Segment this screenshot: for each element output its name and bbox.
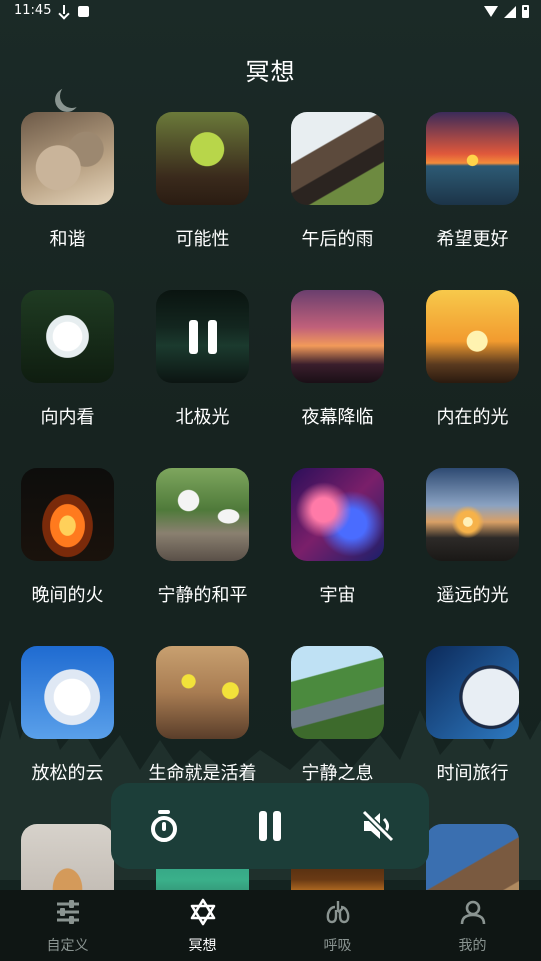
zen-stones-image[interactable] [21, 112, 114, 205]
clouds-image[interactable] [21, 646, 114, 739]
nav-item-meditation[interactable]: 冥想 [135, 890, 270, 961]
meditation-tile-label: 和谐 [49, 229, 86, 250]
meditation-tile[interactable]: 宁静之息 [270, 646, 405, 806]
nav-item-custom[interactable]: 自定义 [0, 890, 135, 961]
meditation-tile-label: 时间旅行 [436, 763, 509, 784]
meditation-tile-label: 午后的雨 [301, 229, 374, 250]
meditation-tile[interactable]: 宇宙 [270, 468, 405, 628]
nav-item-breathing[interactable]: 呼吸 [270, 890, 405, 961]
meditation-tile-label: 可能性 [175, 229, 230, 250]
meditation-tile-label: 北极光 [175, 407, 230, 428]
lotus-image[interactable] [21, 290, 114, 383]
meditation-tile-label: 放松的云 [31, 763, 104, 784]
meditation-tile[interactable]: 内在的光 [405, 290, 540, 450]
meditation-tile[interactable]: 向内看 [0, 290, 135, 450]
meditation-tile[interactable]: 午后的雨 [270, 112, 405, 272]
signal-icon [504, 5, 516, 18]
rainy-roof-image[interactable] [291, 112, 384, 205]
bottom-nav: 自定义 冥想 呼吸 我的 [0, 890, 541, 961]
status-time: 11:45 [14, 3, 52, 18]
player-bar [111, 783, 429, 869]
page-title: 冥想 [245, 58, 296, 86]
nav-label: 冥想 [188, 938, 217, 954]
battery-icon [522, 5, 529, 18]
meditation-tile[interactable]: 北极光 [135, 290, 270, 450]
sprout-image[interactable] [156, 112, 249, 205]
meditation-tile-label: 夜幕降临 [301, 407, 374, 428]
nebula-image[interactable] [291, 468, 384, 561]
user-icon [459, 898, 487, 926]
meditation-tile[interactable]: 晚间的火 [0, 468, 135, 628]
horizon-sun-image[interactable] [426, 468, 519, 561]
nav-label: 我的 [458, 938, 487, 954]
sliders-icon [54, 898, 82, 926]
pause-icon[interactable] [188, 319, 218, 354]
meditation-tile-label: 宇宙 [319, 585, 356, 606]
meditation-tile-label: 宁静之息 [301, 763, 374, 784]
meditation-tile-label: 内在的光 [436, 407, 509, 428]
meditation-tile-label: 宁静的和平 [157, 585, 248, 606]
star-of-david-icon [189, 898, 217, 926]
doves-image[interactable] [156, 468, 249, 561]
meditation-tile[interactable]: 和谐 [0, 112, 135, 272]
download-icon [58, 5, 70, 19]
meditation-tile-label: 向内看 [40, 407, 95, 428]
nav-item-profile[interactable]: 我的 [405, 890, 540, 961]
meditation-tile-label: 遥远的光 [436, 585, 509, 606]
clock-image[interactable] [426, 646, 519, 739]
status-bar: 11:45 [0, 0, 541, 26]
meditation-tile[interactable]: 生命就是活着 [135, 646, 270, 806]
wifi-icon [484, 6, 498, 17]
meditation-tile[interactable]: 宁静的和平 [135, 468, 270, 628]
meditation-tile[interactable]: 可能性 [135, 112, 270, 272]
lungs-icon [324, 898, 352, 926]
mushrooms-image[interactable] [156, 646, 249, 739]
meditation-tile[interactable]: 希望更好 [405, 112, 540, 272]
meditation-tile-label: 晚间的火 [31, 585, 104, 606]
volume-mute-icon[interactable] [360, 808, 396, 844]
dusk-sky-image[interactable] [291, 290, 384, 383]
timer-icon[interactable] [146, 808, 182, 844]
pause-icon[interactable] [252, 808, 288, 844]
meditation-tile[interactable]: 遥远的光 [405, 468, 540, 628]
country-road-image[interactable] [291, 646, 384, 739]
meditation-tile[interactable]: 放松的云 [0, 646, 135, 806]
meditation-tile[interactable]: 夜幕降临 [270, 290, 405, 450]
sunset-sea-image[interactable] [426, 112, 519, 205]
sunrise-yoga-image[interactable] [426, 290, 519, 383]
aurora-image[interactable] [156, 290, 249, 383]
meditation-tile-label: 生命就是活着 [148, 763, 257, 784]
meditation-tile-label: 希望更好 [436, 229, 509, 250]
notification-a-icon [78, 6, 89, 17]
nav-label: 自定义 [46, 938, 89, 954]
campfire-image[interactable] [21, 468, 114, 561]
nav-label: 呼吸 [323, 938, 352, 954]
meditation-tile[interactable]: 时间旅行 [405, 646, 540, 806]
